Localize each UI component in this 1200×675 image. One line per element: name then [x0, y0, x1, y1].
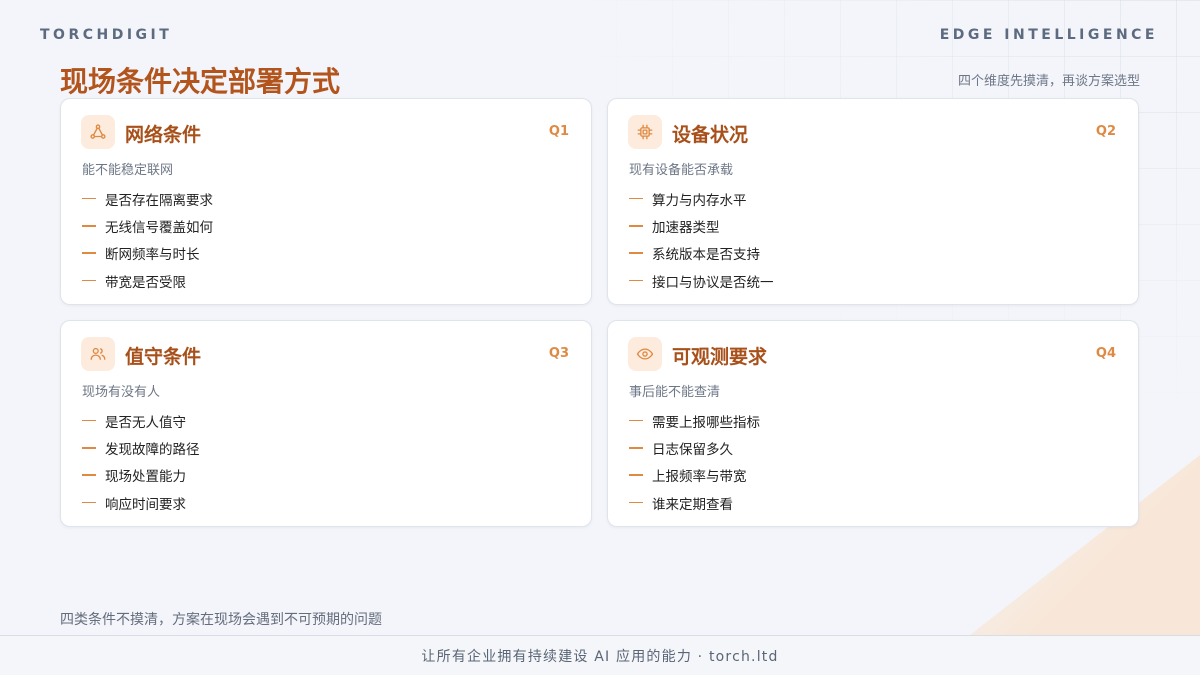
page-title: 现场条件决定部署方式	[60, 65, 341, 98]
list-item: 谁来定期查看	[629, 489, 760, 516]
card-title: 网络条件	[125, 124, 202, 146]
footnote: 四类条件不摸清，方案在现场会遇到不可预期的问题	[60, 612, 382, 628]
list-item: 是否存在隔离要求	[82, 185, 213, 212]
network-nodes-icon	[81, 115, 115, 149]
list-item: 响应时间要求	[82, 489, 200, 516]
card-title: 设备状况	[672, 124, 749, 146]
card-tag: Q1	[548, 124, 569, 139]
list-item: 需要上报哪些指标	[629, 407, 760, 434]
card-subtitle: 现场有没有人	[82, 385, 161, 400]
card-tag: Q4	[1095, 346, 1116, 361]
list-item: 无线信号覆盖如何	[82, 212, 213, 239]
list-item: 系统版本是否支持	[629, 240, 774, 267]
users-icon	[81, 337, 115, 371]
card-tag: Q3	[548, 346, 569, 361]
card-subtitle: 能不能稳定联网	[82, 163, 174, 178]
dash-icon	[629, 225, 643, 227]
card-list: 是否存在隔离要求 无线信号覆盖如何 断网频率与时长 带宽是否受限	[82, 185, 213, 294]
footer-bar: 让所有企业拥有持续建设 AI 应用的能力 · torch.ltd	[0, 635, 1200, 675]
dash-icon	[82, 252, 96, 254]
dash-icon	[629, 474, 643, 476]
dash-icon	[82, 225, 96, 227]
list-item: 加速器类型	[629, 212, 774, 239]
list-item: 发现故障的路径	[82, 434, 200, 461]
card-tag: Q2	[1095, 124, 1116, 139]
card-title: 值守条件	[125, 346, 202, 368]
card-device: 设备状况 Q2 现有设备能否承载 算力与内存水平 加速器类型 系统版本是否支持 …	[607, 98, 1139, 305]
dash-icon	[82, 419, 96, 422]
chip-icon	[628, 115, 662, 149]
dash-icon	[82, 474, 96, 476]
dash-icon	[82, 197, 96, 200]
card-subtitle: 事后能不能查清	[629, 385, 721, 400]
dash-icon	[82, 447, 96, 449]
list-item: 是否无人值守	[82, 407, 200, 434]
brand-logo-text: TORCHDIGIT	[40, 27, 173, 43]
dash-icon	[82, 279, 96, 282]
dash-icon	[629, 419, 643, 422]
list-item: 上报频率与带宽	[629, 462, 760, 489]
card-network: 网络条件 Q1 能不能稳定联网 是否存在隔离要求 无线信号覆盖如何 断网频率与时…	[60, 98, 592, 305]
footer-text: 让所有企业拥有持续建设 AI 应用的能力 · torch.ltd	[421, 648, 779, 665]
eye-icon	[628, 337, 662, 371]
card-subtitle: 现有设备能否承载	[629, 163, 734, 178]
dash-icon	[629, 197, 643, 200]
list-item: 现场处置能力	[82, 462, 200, 489]
page-subtitle: 四个维度先摸清，再谈方案选型	[957, 74, 1140, 89]
dash-icon	[629, 279, 643, 282]
card-onsite-staff: 值守条件 Q3 现场有没有人 是否无人值守 发现故障的路径 现场处置能力 响应时…	[60, 320, 592, 527]
card-list: 是否无人值守 发现故障的路径 现场处置能力 响应时间要求	[82, 407, 200, 516]
brand-tagline: EDGE INTELLIGENCE	[939, 27, 1158, 43]
dash-icon	[629, 447, 643, 449]
list-item: 算力与内存水平	[629, 185, 774, 212]
card-observability: 可观测要求 Q4 事后能不能查清 需要上报哪些指标 日志保留多久 上报频率与带宽…	[607, 320, 1139, 527]
card-title: 可观测要求	[672, 346, 768, 368]
card-list: 算力与内存水平 加速器类型 系统版本是否支持 接口与协议是否统一	[629, 185, 774, 294]
dash-icon	[82, 501, 96, 504]
card-list: 需要上报哪些指标 日志保留多久 上报频率与带宽 谁来定期查看	[629, 407, 760, 516]
list-item: 日志保留多久	[629, 434, 760, 461]
list-item: 断网频率与时长	[82, 240, 213, 267]
dash-icon	[629, 501, 643, 504]
list-item: 接口与协议是否统一	[629, 267, 774, 294]
list-item: 带宽是否受限	[82, 267, 213, 294]
dash-icon	[629, 252, 643, 254]
